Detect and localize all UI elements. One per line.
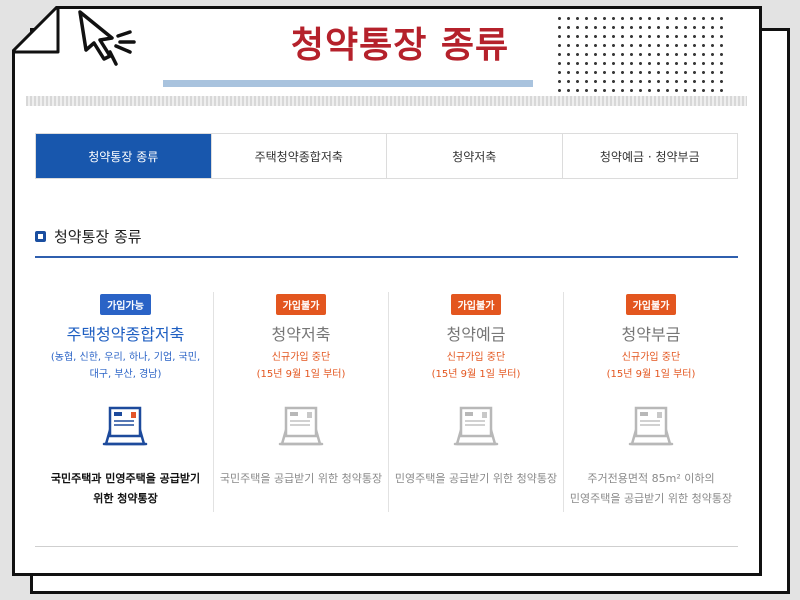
card-subscription-savings: 가입불가 청약저축 신규가입 중단 (15년 9월 1일 부터) 국민주택을 공… xyxy=(213,292,388,512)
bankbook-icon xyxy=(453,406,499,446)
card-title: 주택청약종합저축 xyxy=(66,325,185,344)
tab-bar: 청약통장 종류 주택청약종합저축 청약저축 청약예금 · 청약부금 xyxy=(35,133,738,179)
status-badge: 가입불가 xyxy=(450,294,502,315)
bankbook-icon xyxy=(278,406,324,446)
card-description-line1: 민영주택을 공급받기 위한 청약통장 xyxy=(394,472,558,485)
card-description-line1: 주거전용면적 85m² 이하의 xyxy=(587,472,715,485)
status-badge: 가입불가 xyxy=(625,294,677,315)
card-status-line2: (15년 9월 1일 부터) xyxy=(606,369,696,380)
card-status-line1: 신규가입 중단 xyxy=(271,352,331,363)
card-housing-subscription-savings: 가입가능 주택청약종합저축 (농협, 신한, 우리, 하나, 기업, 국민, 대… xyxy=(38,292,213,512)
card-description-line2: 민영주택을 공급받기 위한 청약통장 xyxy=(569,492,733,505)
card-status-line1: 신규가입 중단 xyxy=(446,352,506,363)
card-title: 청약부금 xyxy=(621,325,681,344)
card-banks-line1: (농협, 신한, 우리, 하나, 기업, 국민, xyxy=(50,352,201,363)
bottom-divider xyxy=(35,546,738,547)
card-title: 청약예금 xyxy=(446,325,506,344)
card-description-line1: 국민주택을 공급받기 위한 청약통장 xyxy=(219,472,383,485)
card-description-line2: 위한 청약통장 xyxy=(93,492,158,505)
card-banks-line2: 대구, 부산, 경남) xyxy=(89,369,162,380)
card-title: 청약저축 xyxy=(271,325,331,344)
bankbook-icon xyxy=(628,406,674,446)
panel-top-border xyxy=(26,96,747,106)
bankbook-icon xyxy=(102,406,148,446)
page-title: 청약통장 종류 xyxy=(290,25,510,66)
card-subscription-deposit: 가입불가 청약예금 신규가입 중단 (15년 9월 1일 부터) 민영주택을 공… xyxy=(388,292,563,512)
section-title: 청약통장 종류 xyxy=(54,228,142,246)
card-description: 민영주택을 공급받기 위한 청약통장 xyxy=(389,469,563,489)
card-description: 국민주택과 민영주택을 공급받기 위한 청약통장 xyxy=(38,469,213,509)
section-header: 청약통장 종류 xyxy=(35,226,142,247)
card-subscription-installment: 가입불가 청약부금 신규가입 중단 (15년 9월 1일 부터) 주거전용면적 … xyxy=(563,292,738,512)
title-underline xyxy=(163,80,533,87)
tab-account-types[interactable]: 청약통장 종류 xyxy=(36,134,211,178)
status-badge: 가입가능 xyxy=(100,294,151,315)
card-status-line2: (15년 9월 1일 부터) xyxy=(256,369,346,380)
card-status-line2: (15년 9월 1일 부터) xyxy=(431,369,521,380)
section-bullet-icon xyxy=(35,231,46,242)
tab-housing-subscription-savings[interactable]: 주택청약종합저축 xyxy=(210,134,386,178)
section-divider xyxy=(35,256,738,258)
tab-deposit-installment[interactable]: 청약예금 · 청약부금 xyxy=(561,134,737,178)
status-badge: 가입불가 xyxy=(275,294,327,315)
tab-subscription-savings[interactable]: 청약저축 xyxy=(386,134,562,178)
card-description-line1: 국민주택과 민영주택을 공급받기 xyxy=(50,472,201,485)
card-status-line1: 신규가입 중단 xyxy=(621,352,681,363)
account-cards: 가입가능 주택청약종합저축 (농협, 신한, 우리, 하나, 기업, 국민, 대… xyxy=(38,292,738,512)
card-description: 주거전용면적 85m² 이하의 민영주택을 공급받기 위한 청약통장 xyxy=(564,469,738,509)
card-description: 국민주택을 공급받기 위한 청약통장 xyxy=(214,469,388,489)
